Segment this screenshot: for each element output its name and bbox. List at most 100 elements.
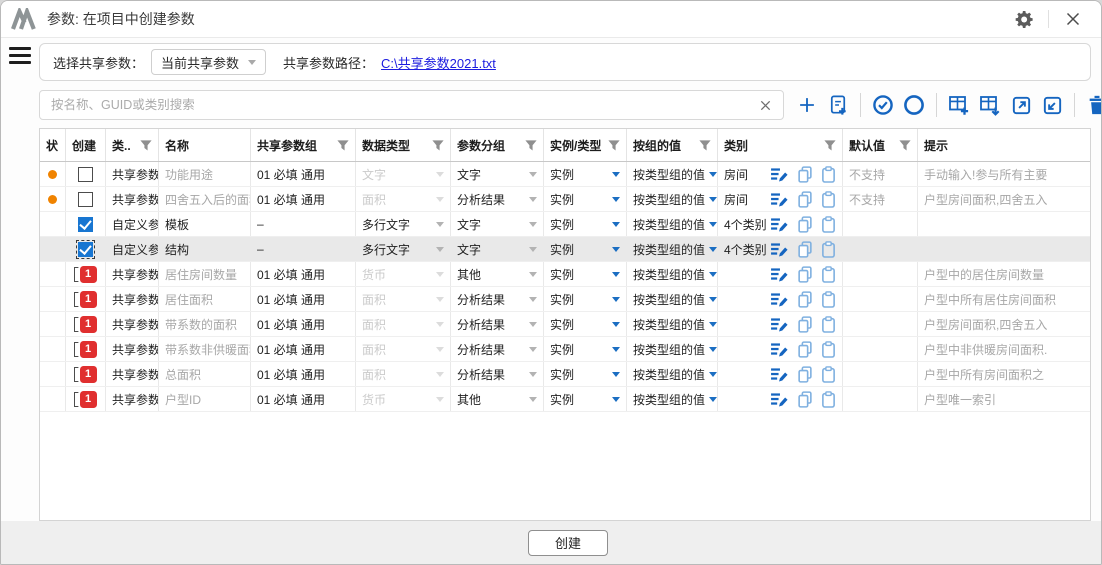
values-by-group-select[interactable]: 按类型组的值 [627, 237, 718, 261]
table-row[interactable]: 共享参数四舍五入后的面积01 必填 通用面积分析结果实例按类型组的值房间不支持户… [40, 187, 1090, 212]
values-by-group-select[interactable]: 按类型组的值 [627, 287, 718, 311]
paste-icon[interactable] [821, 391, 836, 408]
copy-icon[interactable] [797, 266, 813, 283]
settings-gear-icon[interactable] [1010, 5, 1038, 33]
data-type-select[interactable]: 多行文字 [356, 237, 451, 261]
copy-icon[interactable] [797, 341, 813, 358]
copy-icon[interactable] [797, 191, 813, 208]
data-type-select[interactable]: 多行文字 [356, 212, 451, 236]
create-checkbox[interactable] [78, 217, 93, 232]
param-group-select[interactable]: 分析结果 [451, 287, 544, 311]
add-from-file-icon[interactable] [825, 92, 851, 118]
filter-icon[interactable] [336, 139, 350, 152]
paste-icon[interactable] [821, 366, 836, 383]
table-row[interactable]: 1共享参数带系数非供暖面积01 必填 通用面积分析结果实例按类型组的值户型中非供… [40, 337, 1090, 362]
edit-categories-icon[interactable] [770, 267, 789, 282]
table-add-icon[interactable] [946, 92, 972, 118]
param-group-select[interactable]: 分析结果 [451, 187, 544, 211]
values-by-group-select[interactable]: 按类型组的值 [627, 337, 718, 361]
filter-icon[interactable] [823, 139, 837, 152]
instance-type-select[interactable]: 实例 [544, 237, 627, 261]
import-icon[interactable] [1039, 92, 1065, 118]
shared-params-select[interactable]: 当前共享参数 [151, 49, 266, 75]
paste-icon[interactable] [821, 166, 836, 183]
values-by-group-select[interactable]: 按类型组的值 [627, 362, 718, 386]
create-checkbox[interactable]: 1 [74, 341, 98, 358]
values-by-group-select[interactable]: 按类型组的值 [627, 387, 718, 411]
uncheck-all-icon[interactable] [901, 92, 927, 118]
table-row[interactable]: 1共享参数带系数的面积01 必填 通用面积分析结果实例按类型组的值户型房间面积,… [40, 312, 1090, 337]
check-all-icon[interactable] [870, 92, 896, 118]
create-checkbox[interactable]: 1 [74, 391, 98, 408]
table-download-icon[interactable] [977, 92, 1003, 118]
table-row[interactable]: 1共享参数居住房间数量01 必填 通用货币其他实例按类型组的值户型中的居住房间数… [40, 262, 1090, 287]
instance-type-select[interactable]: 实例 [544, 337, 627, 361]
instance-type-select[interactable]: 实例 [544, 312, 627, 336]
shared-params-path-link[interactable]: C:\共享参数2021.txt [381, 53, 496, 72]
copy-icon[interactable] [797, 241, 813, 258]
instance-type-select[interactable]: 实例 [544, 362, 627, 386]
param-group-select[interactable]: 其他 [451, 387, 544, 411]
instance-type-select[interactable]: 实例 [544, 262, 627, 286]
create-checkbox[interactable] [78, 192, 93, 207]
create-checkbox[interactable]: 1 [74, 316, 98, 333]
filter-icon[interactable] [898, 139, 912, 152]
paste-icon[interactable] [821, 316, 836, 333]
create-checkbox[interactable] [78, 167, 93, 182]
copy-icon[interactable] [797, 291, 813, 308]
table-row[interactable]: 1共享参数总面积01 必填 通用面积分析结果实例按类型组的值户型中所有房间面积之 [40, 362, 1090, 387]
instance-type-select[interactable]: 实例 [544, 162, 627, 186]
edit-categories-icon[interactable] [770, 317, 789, 332]
filter-icon[interactable] [139, 139, 153, 152]
create-checkbox[interactable] [78, 242, 93, 257]
values-by-group-select[interactable]: 按类型组的值 [627, 162, 718, 186]
filter-icon[interactable] [431, 139, 445, 152]
edit-categories-icon[interactable] [770, 367, 789, 382]
instance-type-select[interactable]: 实例 [544, 187, 627, 211]
values-by-group-select[interactable]: 按类型组的值 [627, 262, 718, 286]
delete-icon[interactable] [1084, 92, 1102, 118]
param-group-select[interactable]: 分析结果 [451, 337, 544, 361]
instance-type-select[interactable]: 实例 [544, 387, 627, 411]
edit-categories-icon[interactable] [770, 192, 789, 207]
export-icon[interactable] [1008, 92, 1034, 118]
table-row[interactable]: 1共享参数居住面积01 必填 通用面积分析结果实例按类型组的值户型中所有居住房间… [40, 287, 1090, 312]
param-group-select[interactable]: 其他 [451, 262, 544, 286]
create-button[interactable]: 创建 [528, 530, 608, 556]
edit-categories-icon[interactable] [770, 392, 789, 407]
table-row[interactable]: 共享参数功能用途01 必填 通用文字文字实例按类型组的值房间不支持手动输入!参与… [40, 162, 1090, 187]
table-row[interactable]: 自定义参数模板–多行文字文字实例按类型组的值4个类别 [40, 212, 1090, 237]
create-checkbox[interactable]: 1 [74, 366, 98, 383]
paste-icon[interactable] [821, 241, 836, 258]
table-row[interactable]: 自定义参数结构–多行文字文字实例按类型组的值4个类别 [40, 237, 1090, 262]
hamburger-menu-icon[interactable] [9, 47, 31, 64]
close-icon[interactable] [1059, 5, 1087, 33]
filter-icon[interactable] [524, 139, 538, 152]
paste-icon[interactable] [821, 341, 836, 358]
param-group-select[interactable]: 文字 [451, 162, 544, 186]
copy-icon[interactable] [797, 166, 813, 183]
paste-icon[interactable] [821, 216, 836, 233]
edit-categories-icon[interactable] [770, 292, 789, 307]
create-checkbox[interactable]: 1 [74, 291, 98, 308]
values-by-group-select[interactable]: 按类型组的值 [627, 312, 718, 336]
paste-icon[interactable] [821, 191, 836, 208]
edit-categories-icon[interactable] [770, 342, 789, 357]
filter-icon[interactable] [607, 139, 621, 152]
copy-icon[interactable] [797, 366, 813, 383]
copy-icon[interactable] [797, 216, 813, 233]
edit-categories-icon[interactable] [770, 167, 789, 182]
table-row[interactable]: 1共享参数户型ID01 必填 通用货币其他实例按类型组的值户型唯一索引 [40, 387, 1090, 412]
param-group-select[interactable]: 分析结果 [451, 312, 544, 336]
instance-type-select[interactable]: 实例 [544, 212, 627, 236]
values-by-group-select[interactable]: 按类型组的值 [627, 187, 718, 211]
add-parameter-icon[interactable] [794, 92, 820, 118]
paste-icon[interactable] [821, 291, 836, 308]
create-checkbox[interactable]: 1 [74, 266, 98, 283]
param-group-select[interactable]: 文字 [451, 237, 544, 261]
param-group-select[interactable]: 文字 [451, 212, 544, 236]
clear-search-icon[interactable] [756, 96, 774, 114]
edit-categories-icon[interactable] [770, 242, 789, 257]
paste-icon[interactable] [821, 266, 836, 283]
edit-categories-icon[interactable] [770, 217, 789, 232]
